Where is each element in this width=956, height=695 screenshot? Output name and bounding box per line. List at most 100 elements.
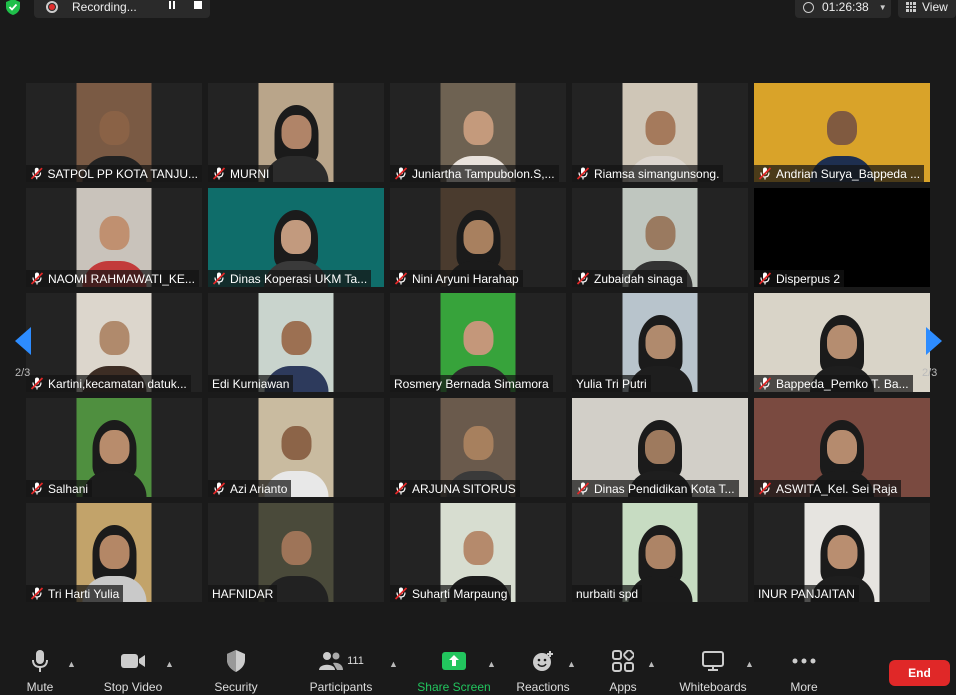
participant-tile[interactable]: Andrian Surya_Bappeda ... [754,83,930,182]
participant-name-tag: Disperpus 2 [754,270,845,287]
recording-indicator: Recording... [34,0,210,18]
participant-tile[interactable]: Rosmery Bernada Simamora [390,293,566,392]
apps-options-caret[interactable]: ▲ [647,659,656,669]
view-button[interactable]: View [898,0,956,18]
participant-tile[interactable]: Juniartha Tampubolon.S,... [390,83,566,182]
more-label: More [790,680,818,694]
recording-label: Recording... [72,0,137,14]
participant-tile[interactable]: Yulia Tri Putri [572,293,748,392]
participant-tile[interactable]: ASWITA_Kel. Sei Raja [754,398,930,497]
participant-tile[interactable]: Bappeda_Pemko T. Ba... [754,293,930,392]
participant-tile[interactable]: ARJUNA SITORUS [390,398,566,497]
participant-tile[interactable]: NAOMI RAHMAWATI_KE... [26,188,202,287]
participant-name-tag: Azi Arianto [208,480,292,497]
participant-name-tag: Riamsa simangunsong. [572,165,724,182]
participant-tile[interactable]: nurbaiti spd [572,503,748,602]
participant-name: ASWITA_Kel. Sei Raja [776,481,898,496]
participant-tile[interactable]: SATPOL PP KOTA TANJU... [26,83,202,182]
apps-button[interactable]: Apps [583,649,663,694]
timer-value: 01:26:38 [822,0,869,14]
muted-microphone-icon [576,482,590,495]
security-label: Security [214,680,258,694]
share-screen-button[interactable]: Share Screen [414,649,494,694]
muted-microphone-icon [758,377,772,390]
meeting-timer[interactable]: 01:26:38 ▼ [795,0,891,18]
whiteboards-options-caret[interactable]: ▲ [745,659,754,669]
participant-name: Andrian Surya_Bappeda ... [776,166,921,181]
participant-name-tag: Juniartha Tampubolon.S,... [390,165,559,182]
participant-name-tag: INUR PANJAITAN [754,585,859,602]
participant-name-tag: Kartini,kecamatan datuk... [26,375,191,392]
share-screen-icon [442,652,466,670]
record-icon [46,1,58,13]
participant-name: HAFNIDAR [212,586,274,601]
reactions-options-caret[interactable]: ▲ [567,659,576,669]
participant-name: NAOMI RAHMAWATI_KE... [48,271,195,286]
participant-tile[interactable]: Azi Arianto [208,398,384,497]
participant-name-tag: nurbaiti spd [572,585,643,602]
muted-microphone-icon [758,167,772,180]
more-button[interactable]: More [764,649,844,694]
participant-name: Edi Kurniawan [212,376,290,391]
participant-tile[interactable]: Dinas Pendidikan Kota T... [572,398,748,497]
participant-name: SATPOL PP KOTA TANJU... [47,166,199,181]
participant-name: Dinas Koperasi UKM Ta... [230,271,368,286]
participants-label: Participants [309,680,373,694]
share-screen-label: Share Screen [417,680,491,694]
mute-button[interactable]: Mute [0,649,80,694]
participant-tile[interactable]: Dinas Koperasi UKM Ta... [208,188,384,287]
participant-tile[interactable]: Zubaidah sinaga [572,188,748,287]
participant-name: Tri Harti Yulia [48,586,120,601]
reactions-button[interactable]: Reactions [503,649,583,694]
participant-name-tag: MURNI [208,165,274,182]
reactions-label: Reactions [516,680,570,694]
share-options-caret[interactable]: ▲ [487,659,496,669]
participant-tile[interactable]: Disperpus 2 [754,188,930,287]
meeting-top-bar: Recording... 01:26:38 ▼ View [0,0,956,20]
muted-microphone-icon [30,272,44,285]
participants-button[interactable]: 111 Participants [301,649,381,694]
participant-name-tag: Zubaidah sinaga [572,270,687,287]
participant-tile[interactable]: Salhani [26,398,202,497]
participant-name: ARJUNA SITORUS [412,481,516,496]
previous-page-arrow[interactable] [11,325,35,357]
participant-name-tag: Nini Aryuni Harahap [390,270,523,287]
participants-options-caret[interactable]: ▲ [389,659,398,669]
stop-recording-button[interactable] [192,0,204,11]
whiteboards-button[interactable]: Whiteboards [673,649,753,694]
whiteboard-icon [702,651,724,671]
participant-tile[interactable]: Nini Aryuni Harahap [390,188,566,287]
mute-options-caret[interactable]: ▲ [67,659,76,669]
video-options-caret[interactable]: ▲ [165,659,174,669]
participant-name-tag: Tri Harti Yulia [26,585,124,602]
participant-tile[interactable]: Kartini,kecamatan datuk... [26,293,202,392]
muted-microphone-icon [394,587,408,600]
video-camera-icon [121,654,145,668]
participant-name: MURNI [230,166,270,181]
muted-microphone-icon [212,272,226,285]
chevron-down-icon: ▼ [878,2,887,12]
participant-tile[interactable]: Tri Harti Yulia [26,503,202,602]
page-indicator-right: 2/3 [922,367,938,379]
participant-tile[interactable]: HAFNIDAR [208,503,384,602]
participant-tile[interactable]: Edi Kurniawan [208,293,384,392]
participant-name-tag: Bappeda_Pemko T. Ba... [754,375,913,392]
participant-name: Yulia Tri Putri [576,376,647,391]
participant-tile[interactable]: Suharti Marpaung [390,503,566,602]
pause-recording-button[interactable] [166,0,178,11]
participant-name-tag: Edi Kurniawan [208,375,294,392]
security-button[interactable]: Security [196,649,276,694]
stop-video-button[interactable]: Stop Video [93,649,173,694]
meeting-toolbar: Mute ▲ Stop Video ▲ Security 111 Partici… [0,645,956,695]
end-meeting-button[interactable]: End [889,660,950,686]
next-page-arrow[interactable] [922,325,946,357]
smiley-icon [533,651,553,671]
participant-tile[interactable]: MURNI [208,83,384,182]
participant-name-tag: ASWITA_Kel. Sei Raja [754,480,902,497]
participant-name: Nini Aryuni Harahap [412,271,519,286]
shield-check-icon[interactable] [4,0,22,16]
participant-name: Dinas Pendidikan Kota T... [594,481,735,496]
participant-tile[interactable]: Riamsa simangunsong. [572,83,748,182]
participant-name: Rosmery Bernada Simamora [394,376,549,391]
participant-tile[interactable]: INUR PANJAITAN [754,503,930,602]
